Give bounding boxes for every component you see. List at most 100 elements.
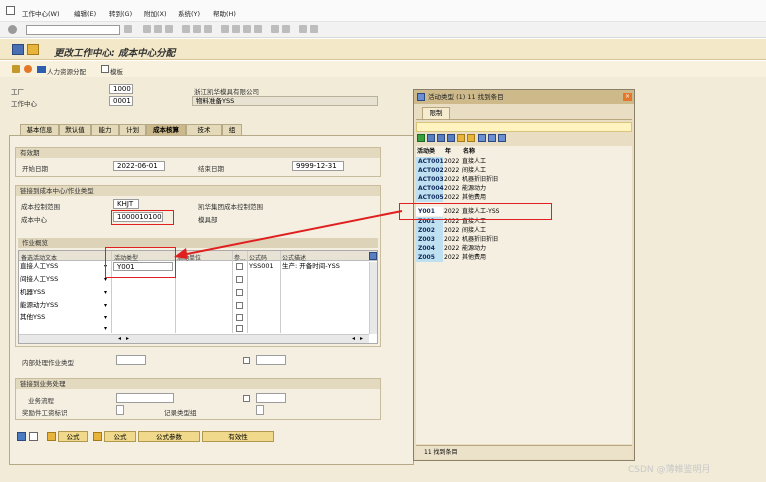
tab-costing[interactable]: 成本核算 [146, 124, 186, 135]
template-button[interactable]: 模板 [110, 66, 123, 76]
list-item[interactable]: Z004 2022 能源动力 [416, 244, 516, 253]
template-icon[interactable] [101, 65, 109, 73]
business-process-checkbox[interactable] [243, 395, 250, 402]
formula-button-2[interactable]: 公式 [104, 431, 136, 442]
check-icon[interactable] [417, 134, 425, 142]
internal-checkbox[interactable] [243, 357, 250, 364]
back-icon[interactable] [143, 25, 151, 33]
tab-capacities[interactable]: 能力 [91, 124, 119, 135]
formula-parameters-button[interactable]: 公式参数 [138, 431, 200, 442]
list-item[interactable]: ACT001 2022 直接人工 [416, 157, 516, 166]
business-process-field[interactable] [116, 393, 174, 403]
end-date-field[interactable]: 9999-12-31 [292, 161, 344, 171]
last-page-icon[interactable] [254, 25, 262, 33]
dropdown-icon[interactable]: ▾ [104, 314, 107, 321]
reference-checkbox[interactable] [236, 325, 243, 332]
activity-code: Z005 [416, 253, 443, 262]
horizontal-scrollbar[interactable] [19, 334, 369, 343]
list-item[interactable]: ACT004 2022 能源动力 [416, 184, 516, 193]
tab-default-values[interactable]: 默认值 [59, 124, 91, 135]
menu-item-goto[interactable]: 转到(G) [109, 8, 132, 18]
menu-item-help[interactable]: 帮助(H) [213, 8, 236, 18]
formula-icon[interactable] [93, 432, 102, 441]
save-icon[interactable] [124, 25, 132, 33]
incentive-wage-field[interactable] [116, 405, 124, 415]
prev-page-icon[interactable] [232, 25, 240, 33]
list-item[interactable]: ACT002 2022 间接人工 [416, 166, 516, 175]
hr-assignment-button[interactable]: 人力资源分配 [47, 66, 86, 76]
reference-checkbox[interactable] [236, 289, 243, 296]
document-icon[interactable] [29, 432, 38, 441]
tab-basic-data[interactable]: 基本信息 [20, 124, 59, 135]
dropdown-icon[interactable]: ▾ [104, 325, 107, 332]
activity-name: 能源动力 [462, 185, 487, 192]
workcenter-field[interactable]: 0001 [109, 96, 133, 106]
refresh-icon[interactable] [467, 134, 475, 142]
list-item[interactable]: Z003 2022 机器折旧折旧 [416, 235, 516, 244]
dropdown-icon[interactable]: ▾ [104, 302, 107, 309]
business-process-field-2[interactable] [256, 393, 286, 403]
list-item[interactable]: ACT003 2022 机器折旧折旧 [416, 175, 516, 184]
reference-checkbox[interactable] [236, 302, 243, 309]
menu-item-extras[interactable]: 附加(X) [144, 8, 167, 18]
next-page-icon[interactable] [243, 25, 251, 33]
help-icon[interactable] [299, 25, 307, 33]
arrow-icon[interactable] [24, 65, 32, 73]
new-session-icon[interactable] [271, 25, 279, 33]
find-icon[interactable] [193, 25, 201, 33]
shortcut-icon[interactable] [282, 25, 290, 33]
vertical-scrollbar[interactable] [369, 262, 377, 334]
internal-activity-field[interactable] [116, 355, 146, 365]
tab-technical-data[interactable]: 技术 [186, 124, 222, 135]
hr-icon[interactable] [37, 66, 46, 73]
enter-icon[interactable] [8, 25, 17, 34]
sort-icon[interactable] [447, 134, 455, 142]
controlling-area-field[interactable]: KHJT [113, 199, 139, 209]
menu-item-edit[interactable]: 编辑(E) [74, 8, 96, 18]
display-change-icon[interactable] [27, 44, 39, 55]
scroll-right-icon[interactable]: ▸ [126, 335, 129, 342]
scroll-left-icon[interactable]: ◂ [352, 335, 355, 342]
cancel-icon[interactable] [165, 25, 173, 33]
plant-field[interactable]: 1000 [109, 84, 133, 94]
first-page-icon[interactable] [221, 25, 229, 33]
print-icon[interactable] [182, 25, 190, 33]
print-icon[interactable] [478, 134, 486, 142]
formula-button[interactable]: 公式 [58, 431, 88, 442]
formula-icon[interactable] [47, 432, 56, 441]
command-field[interactable] [26, 25, 120, 35]
menu-item-workcenter[interactable]: 工作中心(W) [22, 8, 60, 18]
start-date-field[interactable]: 2022-06-01 [113, 161, 165, 171]
list-item[interactable]: Z002 2022 间接人工 [416, 226, 516, 235]
find-icon[interactable] [437, 134, 445, 142]
wrench-icon[interactable] [12, 65, 20, 73]
layout-icon[interactable] [498, 134, 506, 142]
activity-name: 其他费用 [462, 194, 487, 201]
internal-activity-field-2[interactable] [256, 355, 286, 365]
filter-icon[interactable] [457, 134, 465, 142]
layout-icon[interactable] [310, 25, 318, 33]
close-icon[interactable]: × [623, 93, 632, 101]
record-type-group-field[interactable] [256, 405, 264, 415]
find-next-icon[interactable] [204, 25, 212, 33]
dropdown-icon[interactable]: ▾ [104, 289, 107, 296]
exit-icon[interactable] [154, 25, 162, 33]
tab-scheduling[interactable]: 计划 [119, 124, 146, 135]
validity-button[interactable]: 有效性 [202, 431, 274, 442]
activity-year: 2022 [444, 254, 460, 261]
list-item[interactable]: ACT005 2022 其他费用 [416, 193, 516, 202]
col-activity-class: 活动类 [417, 148, 436, 155]
scroll-right-icon[interactable]: ▸ [360, 335, 363, 342]
cancel-icon[interactable] [427, 134, 435, 142]
export-icon[interactable] [488, 134, 496, 142]
tab-group[interactable]: 组 [222, 124, 242, 135]
delete-icon[interactable] [17, 432, 26, 441]
reference-checkbox[interactable] [236, 276, 243, 283]
reference-checkbox[interactable] [236, 314, 243, 321]
list-item[interactable]: Z005 2022 其他费用 [416, 253, 516, 262]
menu-item-system[interactable]: 系统(Y) [178, 8, 200, 18]
tab-restrictions[interactable]: 限制 [422, 107, 450, 119]
window-menu-icon[interactable] [6, 6, 15, 15]
activity-year: 2022 [444, 194, 460, 201]
scroll-left-icon[interactable]: ◂ [118, 335, 121, 342]
